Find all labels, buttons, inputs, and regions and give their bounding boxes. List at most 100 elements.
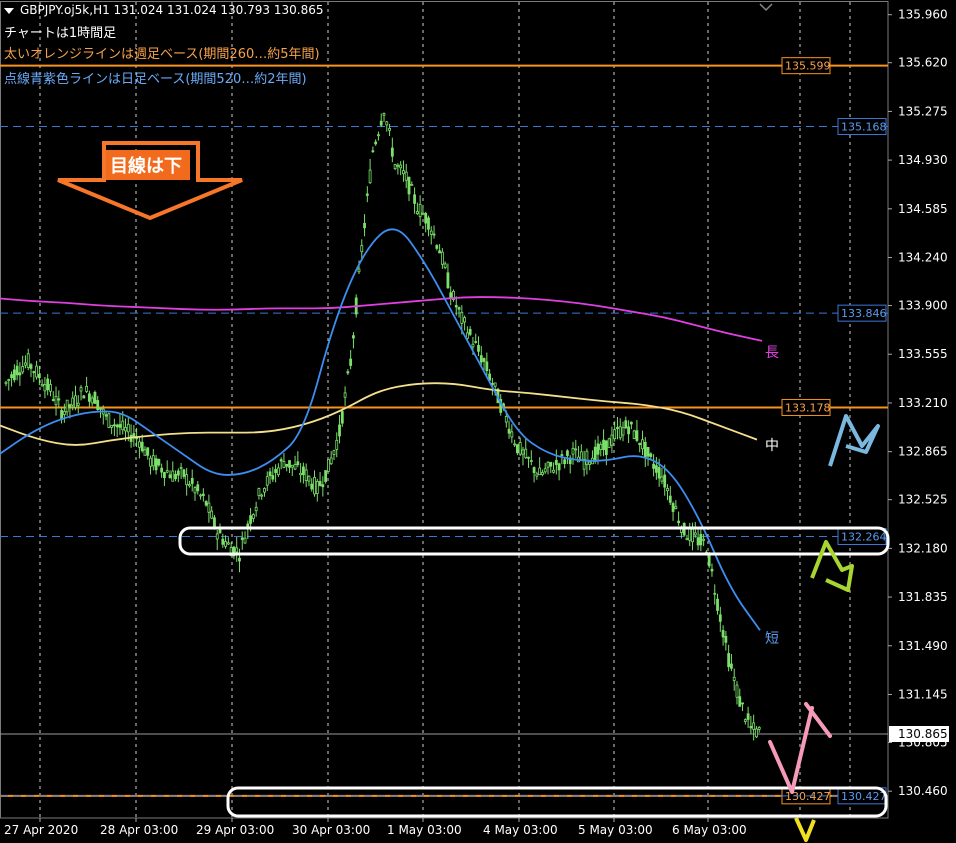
candle-body [190, 478, 194, 484]
candle-body [507, 428, 511, 434]
candle-body [224, 541, 227, 547]
candle-body [57, 398, 61, 401]
symbol-info[interactable]: GBPJPY.oj5k,H1 131.024 131.024 130.793 1… [4, 3, 323, 17]
candle-body [638, 442, 642, 446]
candle-body [718, 614, 722, 622]
candle-body [432, 233, 436, 236]
candle-body [390, 147, 394, 157]
candle-body [12, 369, 16, 381]
candle-body [674, 506, 678, 510]
candle-body [288, 460, 291, 468]
candle-body [163, 472, 166, 479]
candle-body [393, 164, 397, 170]
candle-body [610, 434, 614, 446]
candle-body [474, 341, 478, 343]
mid-label: 中 [765, 438, 779, 454]
candle-body [552, 469, 555, 473]
candle-body [249, 515, 252, 524]
candle-body [21, 366, 25, 373]
candle-body [443, 263, 447, 268]
y-tick-label: 132.525 [898, 493, 948, 507]
candle-body [513, 443, 517, 446]
level-tag-label: 132.264 [841, 530, 887, 543]
candle-body [624, 420, 628, 429]
candle-body [557, 463, 561, 471]
candle-body [757, 727, 761, 730]
candle-body [271, 475, 275, 480]
candle-body [157, 459, 161, 466]
candle-body [463, 317, 467, 323]
candle-body [516, 444, 519, 454]
candle-body [538, 467, 542, 476]
candle-body [415, 211, 419, 214]
price-chart[interactable]: 135.599 135.168 133.846 133.178 132.264 130.4… [0, 0, 956, 843]
candle-body [482, 358, 486, 362]
candle-body [340, 411, 344, 424]
candle-body [179, 466, 183, 469]
candle-body [349, 358, 353, 366]
candle-body [593, 446, 597, 462]
arrow-yellow-icon [794, 817, 816, 842]
candle-body [204, 500, 208, 506]
candle-body [435, 245, 439, 249]
candle-body [201, 493, 205, 496]
candle-body [218, 529, 222, 534]
candle-body [193, 487, 197, 494]
candle-body [560, 454, 564, 456]
candle-body [388, 128, 391, 131]
candle-body [118, 424, 122, 428]
symbol-line: GBPJPY.oj5k,H1 131.024 131.024 130.793 1… [20, 3, 324, 17]
candle-body [618, 426, 622, 439]
candle-body [126, 423, 130, 433]
candle-body [510, 431, 514, 438]
candle-body [168, 474, 172, 479]
candle-body [643, 442, 647, 458]
candle-body [743, 719, 747, 722]
candle-body [260, 494, 264, 497]
candle-body [35, 365, 38, 378]
y-axis: 135.960 135.620 135.275 134.930 134.585 134.2… [888, 8, 949, 798]
candle-body [654, 465, 658, 473]
ma-line [0, 296, 763, 342]
candle-body [99, 407, 102, 410]
candle-body [579, 451, 583, 461]
candle-body [90, 397, 94, 404]
candle-body [641, 439, 644, 450]
candle-body [546, 461, 550, 468]
dropdown-triangle-icon[interactable] [4, 7, 14, 14]
candle-body [699, 534, 703, 546]
short-label: 短 [765, 631, 779, 647]
candle-body [691, 528, 694, 543]
candle-body [613, 429, 617, 440]
candle-body [151, 455, 155, 467]
candle-body [143, 449, 147, 456]
candle-body [329, 457, 333, 465]
candle-body [176, 470, 180, 476]
note-orange-line: 太いオレンジラインは週足ベース(期間260…約5年間) [4, 47, 320, 62]
candle-body [307, 475, 311, 482]
candle-body [235, 547, 239, 553]
candle-body [65, 399, 69, 413]
candle-body [268, 471, 272, 476]
candle-body [207, 502, 211, 513]
candle-body [554, 459, 558, 465]
candle-body [404, 171, 408, 181]
candle-body [457, 307, 461, 310]
candle-body [721, 630, 725, 638]
y-tick-label: 132.865 [898, 445, 948, 459]
candle-body [4, 381, 8, 384]
candle-body [146, 447, 150, 456]
candle-body [43, 384, 47, 392]
candle-body [310, 483, 314, 490]
y-tick-label: 135.960 [898, 8, 948, 22]
candle-body [532, 467, 536, 473]
candle-body [76, 402, 80, 406]
candle-body [171, 470, 175, 482]
chart-grid [0, 1, 889, 819]
candle-body [49, 384, 52, 392]
plot-frame [0, 1, 889, 819]
candle-body [174, 473, 177, 480]
candle-body [313, 477, 316, 495]
candle-body [574, 448, 578, 451]
candle-body [274, 469, 278, 473]
